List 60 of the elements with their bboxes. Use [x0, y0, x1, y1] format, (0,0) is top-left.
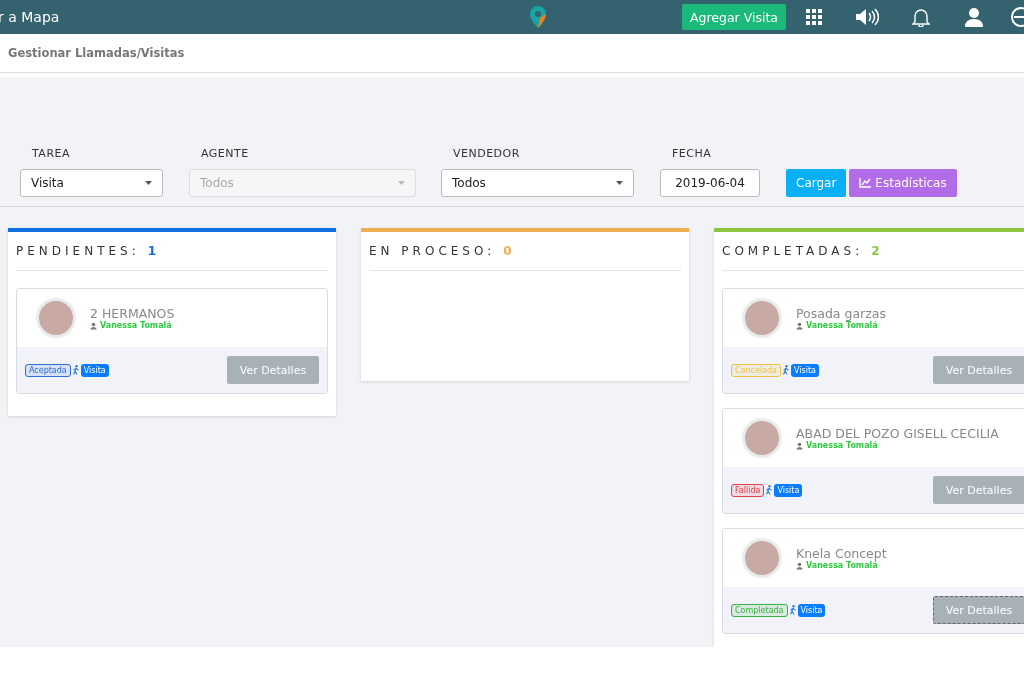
agent-name: Vanessa Tomalá — [806, 441, 878, 450]
agent-name: Vanessa Tomalá — [806, 321, 878, 330]
add-visit-button[interactable]: Agregar Visita — [681, 4, 786, 30]
caret-icon — [616, 181, 623, 185]
map-pin-logo-icon — [529, 5, 548, 29]
filter-label: AGENTE — [200, 147, 250, 160]
select-field[interactable]: Visita — [20, 169, 163, 197]
client-name: 2 HERMANOS — [90, 306, 175, 321]
type-tag: Visita — [774, 483, 803, 497]
logout-icon[interactable] — [1008, 6, 1024, 28]
user-icon — [796, 561, 803, 570]
type-tag: Visita — [797, 603, 826, 617]
status-tag: Aceptada — [25, 363, 71, 377]
details-button[interactable]: Ver Detalles — [227, 356, 319, 384]
filter-label: TAREA — [31, 147, 71, 160]
user-icon — [90, 321, 97, 330]
details-button[interactable]: Ver Detalles — [933, 356, 1024, 384]
walking-person-icon — [72, 365, 79, 375]
avatar — [742, 538, 782, 578]
client-name: ABAD DEL POZO GISELL CECILIA — [796, 426, 999, 441]
bell-icon[interactable] — [912, 7, 930, 27]
agent-name: Vanessa Tomalá — [806, 561, 878, 570]
agent-name: Vanessa Tomalá — [100, 321, 172, 330]
speaker-icon[interactable] — [855, 8, 879, 26]
client-name: Posada garzas — [796, 306, 886, 321]
status-tag: Completada — [731, 603, 788, 617]
avatar — [742, 418, 782, 458]
caret-icon — [145, 181, 152, 185]
column-title: EN PROCESO: — [369, 244, 496, 258]
breadcrumb-title: Gestionar Llamadas/Visitas — [8, 46, 185, 60]
select-field[interactable]: Todos — [441, 169, 634, 197]
details-button[interactable]: Ver Detalles — [933, 596, 1024, 624]
column-title: COMPLETADAS: — [722, 244, 864, 258]
filter-label: VENDEDOR — [452, 147, 521, 160]
walking-person-icon — [783, 365, 789, 375]
filter-label: FECHA — [671, 147, 713, 160]
avatar — [742, 298, 782, 338]
avatar — [36, 298, 76, 338]
statistics-button[interactable]: Estadísticas — [849, 169, 957, 197]
apps-grid-icon[interactable] — [806, 9, 822, 25]
back-to-map-link[interactable]: r a Mapa — [0, 9, 60, 25]
status-tag: Cancelada — [731, 363, 781, 377]
walking-person-icon — [766, 485, 773, 495]
type-tag: Visita — [80, 363, 109, 377]
status-tag: Fallida — [731, 483, 765, 497]
walking-person-icon — [789, 605, 796, 615]
column-count: 1 — [147, 244, 157, 258]
date-field[interactable]: 2019-06-04 — [660, 169, 760, 197]
column-title: PENDIENTES: — [16, 244, 140, 258]
type-tag: Visita — [791, 363, 819, 377]
user-avatar-icon[interactable] — [964, 7, 984, 27]
column-count: 2 — [871, 244, 880, 258]
column-count: 0 — [503, 244, 512, 258]
details-button[interactable]: Ver Detalles — [933, 476, 1024, 504]
load-button[interactable]: Cargar — [786, 169, 847, 197]
user-icon — [796, 441, 803, 450]
user-icon — [796, 321, 803, 330]
client-name: Knela Concept — [796, 546, 887, 561]
caret-icon — [398, 181, 405, 185]
line-chart-icon — [859, 178, 872, 188]
